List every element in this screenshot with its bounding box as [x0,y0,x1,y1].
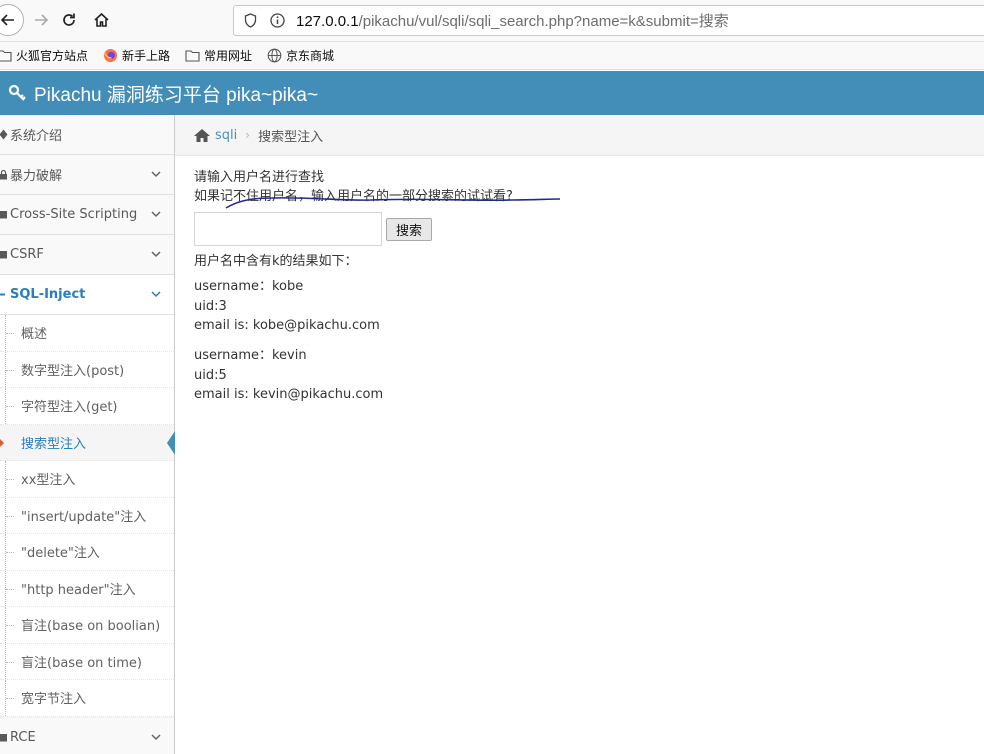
chevron-down-icon [150,168,162,180]
submenu-item-string-get[interactable]: 字符型注入(get) [0,388,174,425]
breadcrumb-current: 搜索型注入 [258,129,324,145]
bookmark-getting-started[interactable]: 新手上路 [102,47,170,64]
result-title: 用户名中含有k的结果如下： [194,254,358,269]
url-text: 127.0.0.1/pikachu/vul/sqli/sqli_search.p… [296,13,729,30]
chevron-down-icon [150,288,162,300]
sidebar-item-system-intro[interactable]: 系统介绍 [0,115,174,155]
submenu-item-wide-byte[interactable]: 宽字节注入 [0,680,174,717]
sidebar-item-brute-force[interactable]: 暴力破解 [0,155,174,195]
result-uid: uid:3 [194,298,227,314]
breadcrumb: sqli › 搜索型注入 [175,115,984,156]
reload-icon [63,13,75,26]
list-icon [0,732,8,743]
home-icon[interactable] [193,127,211,143]
submenu-item-blind-time[interactable]: 盲注(base on time) [0,643,174,680]
home-icon [93,12,109,27]
submenu-item-overview[interactable]: 概述 [0,315,174,352]
url-bar[interactable]: 127.0.0.1/pikachu/vul/sqli/sqli_search.p… [233,5,984,36]
forward-arrow-icon [35,14,49,26]
reload-button[interactable] [54,5,84,35]
submenu-item-insert-update[interactable]: "insert/update"注入 [0,497,174,534]
bookmark-common-sites[interactable]: 常用网址 [184,47,252,64]
submenu-item-numeric-post[interactable]: 数字型注入(post) [0,351,174,388]
folder-icon [184,48,200,64]
sidebar-item-rce[interactable]: RCE [0,718,174,754]
breadcrumb-separator: › [245,128,251,142]
sidebar: 系统介绍 暴力破解 Cross-Site Scripting CSRF SQL-… [0,115,175,754]
back-arrow-icon [0,14,14,26]
bookmarks-bar: 火狐官方站点 新手上路 常用网址 京东商城 [0,42,984,70]
submenu-item-http-header[interactable]: "http header"注入 [0,570,174,607]
result-username: username：kevin [194,348,307,363]
sql-inject-submenu: 概述 数字型注入(post) 字符型注入(get) 搜索型注入 xx型注入 "i… [0,315,175,717]
diamond-icon [0,129,8,140]
list-icon [0,249,8,260]
result-item: username：kevin uid:5 email is: kevin@pik… [194,346,383,405]
firefox-icon [102,48,118,64]
lock-icon [0,169,8,180]
submenu-item-search-inject[interactable]: 搜索型注入 [0,424,175,461]
current-caret-icon [0,437,4,448]
key-icon [8,82,30,104]
search-hint: 请输入用户名进行查找 [194,170,325,185]
bookmark-jd[interactable]: 京东商城 [266,47,334,64]
dash-icon [0,289,8,300]
forward-button[interactable] [26,5,56,35]
search-button[interactable]: 搜索 [386,218,432,241]
search-input[interactable] [194,212,382,246]
sidebar-item-sql-inject[interactable]: SQL-Inject [0,275,174,315]
home-button[interactable] [86,5,116,35]
globe-icon [266,48,282,64]
result-email: email is: kevin@pikachu.com [194,387,384,402]
active-arrow-icon [167,430,175,455]
folder-icon [0,48,12,64]
browser-toolbar: 127.0.0.1/pikachu/vul/sqli/sqli_search.p… [0,0,984,42]
bookmark-firefox-site[interactable]: 火狐官方站点 [0,47,88,64]
app-title[interactable]: Pikachu 漏洞练习平台 pika~pika~ [34,80,318,107]
list-icon [0,209,8,220]
shield-icon[interactable] [244,13,258,29]
chevron-down-icon [150,248,162,260]
result-username: username：kobe [194,279,304,294]
breadcrumb-link-sqli[interactable]: sqli [215,128,237,143]
app-navbar: Pikachu 漏洞练习平台 pika~pika~ [0,71,984,115]
chevron-down-icon [150,208,162,220]
sidebar-item-xss[interactable]: Cross-Site Scripting [0,195,174,235]
back-button[interactable] [0,4,24,36]
result-email: email is: kobe@pikachu.com [194,318,380,333]
chevron-down-icon [150,731,162,743]
info-icon[interactable] [270,13,286,29]
pen-annotation [225,197,561,209]
result-uid: uid:5 [194,367,227,383]
sidebar-item-csrf[interactable]: CSRF [0,235,174,275]
submenu-item-delete[interactable]: "delete"注入 [0,534,174,571]
submenu-item-blind-boolian[interactable]: 盲注(base on boolian) [0,607,174,644]
result-item: username：kobe uid:3 email is: kobe@pikac… [194,277,380,336]
submenu-item-xx-inject[interactable]: xx型注入 [0,461,174,498]
